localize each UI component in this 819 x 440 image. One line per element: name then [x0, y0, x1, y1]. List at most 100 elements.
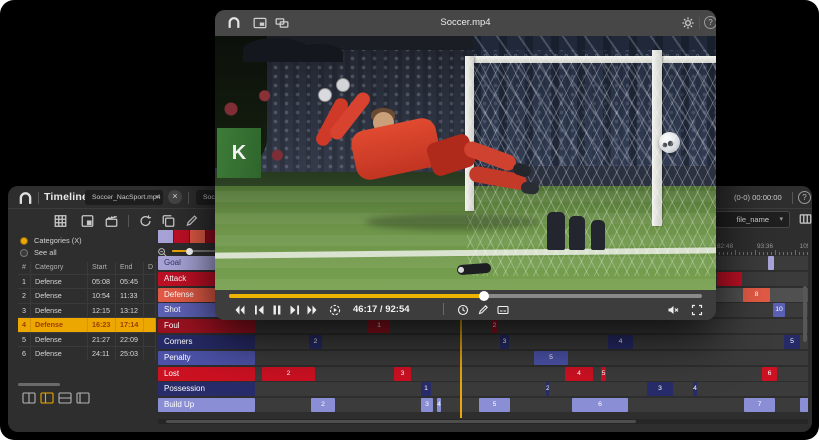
draw-pencil-icon[interactable] — [477, 303, 489, 315]
color-palette — [158, 230, 221, 243]
photographer — [547, 212, 565, 250]
matrix-grid-icon[interactable] — [53, 214, 68, 228]
event-block[interactable]: 5 — [601, 367, 606, 381]
edit-pencil-icon[interactable] — [184, 214, 199, 228]
event-block[interactable]: 1 — [368, 319, 390, 333]
track-label-foul[interactable]: Foul — [158, 319, 255, 333]
event-block[interactable]: 2 — [262, 367, 315, 381]
ruler-tick — [803, 252, 804, 255]
event-block[interactable]: 6 — [572, 398, 628, 412]
tracks-vertical-scrollbar[interactable] — [803, 286, 807, 342]
mute-icon[interactable] — [667, 303, 679, 315]
select-register-icon[interactable] — [80, 214, 95, 228]
seek-bar-fill — [229, 294, 484, 298]
event-block[interactable]: 4 — [437, 398, 441, 412]
tab-close-button[interactable]: × — [168, 190, 182, 204]
skip-forward-button[interactable] — [307, 303, 319, 315]
gear-icon[interactable] — [681, 16, 695, 30]
event-block[interactable]: 5 — [784, 335, 800, 349]
event-block[interactable] — [768, 256, 774, 270]
seek-bar[interactable] — [229, 294, 702, 298]
ruler-tick — [751, 252, 752, 255]
subtitles-icon[interactable] — [497, 303, 509, 315]
ruler-tick — [727, 252, 728, 255]
event-block[interactable]: 2 — [311, 398, 335, 412]
track-label-possession[interactable]: Possession — [158, 382, 255, 396]
track-lane-lost[interactable]: 2 3 45 6 — [255, 367, 808, 381]
event-block[interactable]: 4 — [608, 335, 633, 349]
fullscreen-icon[interactable] — [691, 303, 703, 315]
tracks-horizontal-scrollbar[interactable] — [158, 419, 808, 424]
ruler-label: 93:36 — [757, 243, 773, 250]
ruler-tick — [779, 252, 780, 255]
track-lane-penalty[interactable]: 5 — [255, 351, 808, 365]
ruler-tick — [775, 250, 776, 255]
event-block[interactable]: 4 — [565, 367, 593, 381]
track-label-build-up[interactable]: Build Up — [158, 398, 255, 412]
columns-icon[interactable] — [798, 212, 812, 226]
event-block[interactable]: 4 — [693, 382, 697, 396]
event-block[interactable] — [717, 272, 742, 286]
event-block[interactable]: 5 — [534, 351, 568, 365]
event-block[interactable] — [800, 398, 808, 412]
app-desktop: Timeline Soccer_NacSport.mp4▾ × Soccer_A… — [0, 0, 819, 440]
palette-swatch[interactable] — [190, 230, 205, 243]
tab-video-1[interactable]: Soccer_NacSport.mp4▾ — [85, 190, 163, 205]
divider — [792, 192, 793, 204]
event-block[interactable]: 1 — [421, 382, 431, 396]
score-time-display: (0-0) 00:00:00 — [734, 193, 782, 202]
palette-swatch[interactable] — [158, 230, 173, 243]
event-block[interactable]: 8 — [743, 288, 770, 302]
event-block[interactable]: 5 — [479, 398, 510, 412]
event-block[interactable]: 3 — [421, 398, 433, 412]
player-help-icon[interactable]: ? — [704, 16, 716, 29]
playback-speed-icon[interactable] — [329, 303, 341, 315]
time-display: 46:17 / 92:54 — [353, 304, 410, 315]
ruler-label: 105 — [800, 243, 808, 250]
event-block[interactable]: 3 — [647, 382, 673, 396]
goalkeeper-shadow — [365, 214, 540, 230]
ad-board: K — [217, 128, 261, 178]
clapperboard-icon[interactable] — [104, 214, 119, 228]
event-block[interactable]: 10 — [773, 303, 785, 317]
chevron-down-icon: ▾ — [779, 212, 783, 227]
track-lane-build-up[interactable]: 2 34 5 6 7 — [255, 398, 808, 412]
event-block[interactable]: 3 — [394, 367, 411, 381]
ruler-tick — [735, 250, 736, 255]
track-lane-possession[interactable]: 1 2 3 4 — [255, 382, 808, 396]
seek-bar-knob[interactable] — [479, 291, 489, 301]
help-icon[interactable]: ? — [798, 191, 811, 204]
ruler-tick — [743, 252, 744, 255]
divider — [699, 17, 700, 29]
pause-button[interactable] — [271, 303, 283, 315]
palette-swatch[interactable] — [174, 230, 189, 243]
panel-title: Timeline — [44, 191, 88, 203]
event-block[interactable]: 7 — [744, 398, 775, 412]
frame-forward-button[interactable] — [289, 303, 301, 315]
ruler-tick — [799, 252, 800, 255]
categories-radio[interactable] — [20, 237, 28, 245]
frame-back-button[interactable] — [253, 303, 265, 315]
event-block[interactable]: 2 — [492, 319, 497, 333]
player-titlebar: Soccer.mp4 ? — [215, 10, 716, 36]
skip-back-button[interactable] — [233, 303, 245, 315]
clock-icon[interactable] — [457, 303, 469, 315]
chevron-down-icon: ▾ — [155, 190, 159, 205]
event-block[interactable]: 6 — [762, 367, 777, 381]
zoom-out-magnifier-icon[interactable] — [157, 245, 168, 256]
sync-arrows-icon[interactable] — [138, 214, 153, 228]
event-block[interactable]: 2 — [309, 335, 322, 349]
scrollbar-thumb[interactable] — [166, 420, 636, 423]
track-label-penalty[interactable]: Penalty — [158, 351, 255, 365]
track-lane-corners[interactable]: 2 3 4 5 — [255, 335, 808, 349]
track-label-corners[interactable]: Corners — [158, 335, 255, 349]
ruler-tick — [787, 252, 788, 255]
tab-label: Soccer_NacSport.mp4 — [92, 194, 160, 201]
slider-knob[interactable] — [186, 248, 193, 255]
track-lane-foul[interactable]: 12 — [255, 319, 808, 333]
copy-icon[interactable] — [161, 214, 176, 228]
video-frame[interactable]: K — [215, 36, 716, 290]
event-block[interactable]: 3 — [500, 335, 509, 349]
track-label-lost[interactable]: Lost — [158, 367, 255, 381]
event-block[interactable]: 2 — [546, 382, 549, 396]
